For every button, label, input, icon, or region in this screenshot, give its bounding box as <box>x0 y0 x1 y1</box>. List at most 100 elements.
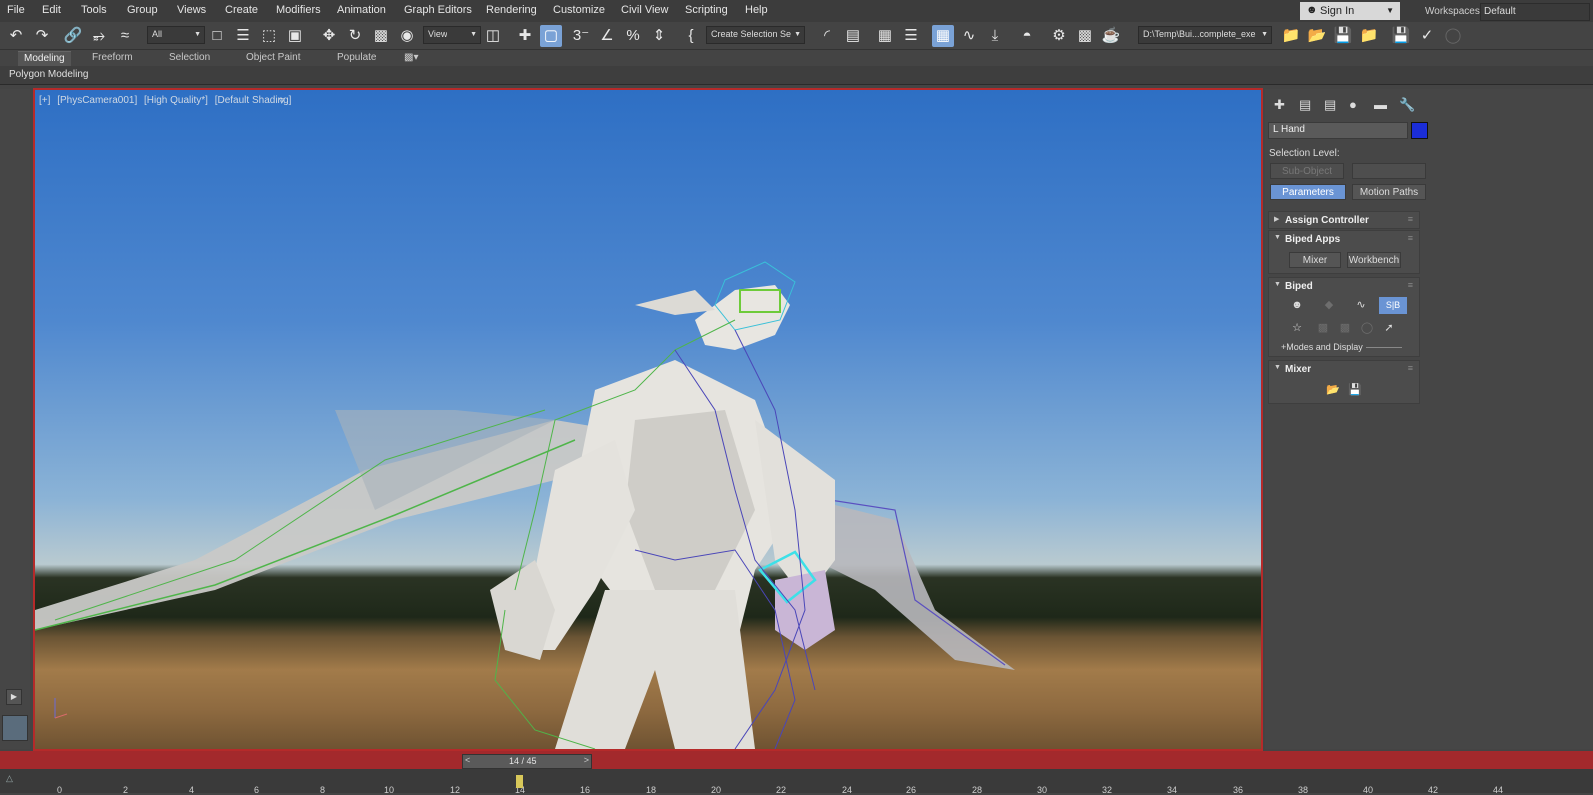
place-icon[interactable]: ◉ <box>396 25 418 47</box>
open-folder-icon[interactable]: 📂 <box>1306 25 1328 47</box>
menu-scripting[interactable]: Scripting <box>685 4 728 16</box>
previous-frame-icon[interactable]: < <box>465 755 470 765</box>
scene-explorer-icon[interactable]: ▦ <box>874 25 896 47</box>
unlink-icon[interactable]: ⥵ <box>88 25 110 47</box>
workbench-button[interactable]: Workbench <box>1347 252 1401 268</box>
curve-editor-icon[interactable]: ∿ <box>958 25 980 47</box>
motion-tab-icon[interactable]: ● <box>1349 97 1357 112</box>
time-slider[interactable]: < 14 / 45 > <box>462 754 592 769</box>
select-object-icon[interactable]: □ <box>206 25 228 47</box>
menu-rendering[interactable]: Rendering <box>486 4 537 16</box>
move-icon[interactable]: ✥ <box>318 25 340 47</box>
menu-help[interactable]: Help <box>745 4 768 16</box>
keyboard-shortcut-override-icon[interactable]: ▢ <box>540 25 562 47</box>
tab-populate[interactable]: Populate <box>331 51 382 66</box>
track-bar-filter-icon[interactable]: △ <box>6 773 13 784</box>
menu-file[interactable]: File <box>7 4 25 16</box>
save-file-icon[interactable]: ▩ <box>1335 320 1355 337</box>
rendered-frame-window-icon[interactable]: ▩ <box>1074 25 1096 47</box>
open-folder-icon[interactable]: 📂 <box>1323 382 1343 399</box>
parameters-button[interactable]: Parameters <box>1270 184 1346 200</box>
biped-apps-header[interactable]: ▼ Biped Apps ≡ <box>1269 231 1419 248</box>
tab-selection[interactable]: Selection <box>163 51 216 66</box>
assign-controller-rollout[interactable]: ▶ Assign Controller ≡ <box>1268 211 1420 229</box>
modify-tab-icon[interactable]: ▤ <box>1299 97 1311 113</box>
hierarchy-tab-icon[interactable]: ▤ <box>1324 97 1336 113</box>
scale-icon[interactable]: ▩ <box>370 25 392 47</box>
align-icon[interactable]: ▤ <box>842 25 864 47</box>
undo-icon[interactable]: ↶ <box>5 25 27 47</box>
motion-flow-icon[interactable]: ∿ <box>1351 297 1371 314</box>
next-frame-icon[interactable]: > <box>584 755 589 765</box>
viewport-thumbnail[interactable] <box>2 715 28 741</box>
edit-named-selection-icon[interactable]: { <box>680 25 702 47</box>
spinner-snap-icon[interactable]: ⇕ <box>648 25 670 47</box>
figure-mode-icon[interactable]: ☻ <box>1287 297 1307 314</box>
convert-icon[interactable]: ◯ <box>1357 320 1377 337</box>
motion-paths-button[interactable]: Motion Paths <box>1352 184 1426 200</box>
mixer-button[interactable]: Mixer <box>1289 252 1341 268</box>
sign-in-button[interactable]: ☻ Sign In ▼ <box>1300 2 1400 20</box>
select-manipulate-icon[interactable]: ✚ <box>514 25 536 47</box>
menu-create[interactable]: Create <box>225 4 258 16</box>
link-icon[interactable]: 🔗 <box>62 25 84 47</box>
render-setup-icon[interactable]: ⚙ <box>1048 25 1070 47</box>
menu-modifiers[interactable]: Modifiers <box>276 4 321 16</box>
rectangular-selection-icon[interactable]: ⬚ <box>258 25 280 47</box>
render-online-icon[interactable]: ◯ <box>1442 25 1464 47</box>
menu-customize[interactable]: Customize <box>553 4 605 16</box>
menu-edit[interactable]: Edit <box>42 4 61 16</box>
menu-animation[interactable]: Animation <box>337 4 386 16</box>
play-icon[interactable]: ▶ <box>6 689 22 705</box>
create-tab-icon[interactable]: ✚ <box>1274 97 1285 113</box>
tab-object-paint[interactable]: Object Paint <box>240 51 306 66</box>
save-icon[interactable]: 💾 <box>1345 382 1365 399</box>
mixer-mode-icon[interactable]: S|B <box>1379 297 1407 314</box>
tab-modeling[interactable]: Modeling <box>18 51 71 66</box>
menu-tools[interactable]: Tools <box>81 4 107 16</box>
select-by-name-icon[interactable]: ☰ <box>232 25 254 47</box>
menu-graph-editors[interactable]: Graph Editors <box>404 4 472 16</box>
mixer-header[interactable]: ▼ Mixer ≡ <box>1269 361 1419 378</box>
schematic-view-icon[interactable]: ⤓ <box>984 25 1006 47</box>
track-bar[interactable]: △ 0 2 4 6 8 10 12 14 16 18 20 22 24 26 2… <box>0 769 1593 795</box>
utilities-tab-icon[interactable]: 🔧 <box>1399 97 1415 113</box>
menu-civil-view[interactable]: Civil View <box>621 4 668 16</box>
tab-freeform[interactable]: Freeform <box>86 51 139 66</box>
check-icon[interactable]: ✓ <box>1416 25 1438 47</box>
project-path-dropdown[interactable]: D:\Temp\Bui...complete_exe ▼ <box>1138 26 1272 44</box>
named-selection-sets-dropdown[interactable]: Create Selection Se ▼ <box>706 26 805 44</box>
current-frame-marker[interactable] <box>516 775 523 788</box>
set-project-folder-icon[interactable]: 📁 <box>1280 25 1302 47</box>
toggle-ribbon-icon[interactable]: ▦ <box>932 25 954 47</box>
pivot-center-icon[interactable]: ◫ <box>482 25 504 47</box>
window-crossing-icon[interactable]: ▣ <box>284 25 306 47</box>
load-file-icon[interactable]: ▩ <box>1313 320 1333 337</box>
move-all-mode-icon[interactable]: ➚ <box>1379 320 1399 337</box>
folder-options-icon[interactable]: 📁 <box>1358 25 1380 47</box>
save-icon[interactable]: 💾 <box>1390 25 1412 47</box>
reference-coordinate-dropdown[interactable]: View ▼ <box>423 26 481 44</box>
polygon-modeling-label[interactable]: Polygon Modeling <box>9 69 89 80</box>
workspaces-dropdown[interactable]: Default <box>1480 3 1590 21</box>
sub-object-button[interactable]: Sub-Object <box>1270 163 1344 179</box>
footstep-mode-icon[interactable]: ◆ <box>1319 297 1339 314</box>
object-name-field[interactable]: L Hand <box>1268 122 1408 139</box>
sub-object-dropdown[interactable] <box>1352 163 1426 179</box>
menu-views[interactable]: Views <box>177 4 206 16</box>
assign-controller-header[interactable]: ▶ Assign Controller ≡ <box>1269 212 1419 229</box>
redo-icon[interactable]: ↷ <box>31 25 53 47</box>
time-slider-track[interactable] <box>0 751 1593 769</box>
layer-explorer-icon[interactable]: ☰ <box>900 25 922 47</box>
display-tab-icon[interactable]: ▬ <box>1374 97 1387 112</box>
snaps-toggle-icon[interactable]: 3⁻ <box>570 25 592 47</box>
material-editor-icon[interactable]: ◓ <box>1016 25 1038 47</box>
render-production-icon[interactable]: ☕ <box>1100 25 1122 47</box>
bind-space-warp-icon[interactable]: ≈ <box>114 25 136 47</box>
save-folder-icon[interactable]: 💾 <box>1332 25 1354 47</box>
perspective-viewport[interactable]: [+] [PhysCamera001] [High Quality*] [Def… <box>33 88 1263 751</box>
object-color-swatch[interactable] <box>1411 122 1428 139</box>
angle-snap-icon[interactable]: ∠ <box>596 25 618 47</box>
selection-filter-dropdown[interactable]: All ▼ <box>147 26 205 44</box>
percent-snap-icon[interactable]: % <box>622 25 644 47</box>
